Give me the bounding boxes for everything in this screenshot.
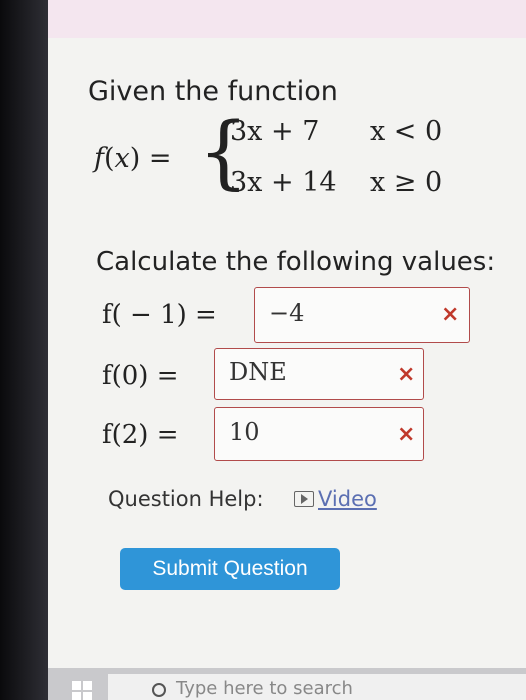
- function-label: f(x) =: [94, 143, 172, 174]
- video-link[interactable]: Video: [318, 487, 377, 511]
- instructions: Calculate the following values:: [96, 247, 496, 277]
- top-banner: [48, 0, 526, 38]
- taskbar-search-placeholder: Type here to search: [176, 678, 353, 699]
- video-play-icon[interactable]: [294, 491, 314, 507]
- answer-field-1[interactable]: −4 ×: [254, 287, 470, 343]
- search-icon: [152, 683, 166, 697]
- incorrect-icon-2: ×: [397, 362, 416, 387]
- answer-field-3[interactable]: 10 ×: [214, 407, 424, 461]
- question-help-label: Question Help:: [108, 487, 264, 511]
- answer-label-3: f(2) =: [102, 420, 179, 450]
- answer-value-1: −4: [269, 299, 305, 327]
- screen: Given the function f(x) = { 3x + 7 x < 0…: [48, 0, 526, 700]
- answer-value-3: 10: [229, 418, 260, 446]
- submit-question-button[interactable]: Submit Question: [120, 548, 340, 590]
- piece-2-expression: 3x + 14: [230, 167, 337, 198]
- incorrect-icon-1: ×: [441, 302, 460, 327]
- answer-label-2: f(0) =: [102, 361, 179, 391]
- problem-intro: Given the function: [88, 76, 338, 107]
- incorrect-icon-3: ×: [397, 422, 416, 447]
- piece-1-condition: x < 0: [370, 116, 443, 147]
- piece-2-condition: x ≥ 0: [370, 167, 443, 198]
- piece-1-expression: 3x + 7: [230, 116, 320, 147]
- windows-start-icon[interactable]: [72, 681, 92, 700]
- answer-value-2: DNE: [229, 358, 287, 386]
- answer-field-2[interactable]: DNE ×: [214, 348, 424, 400]
- answer-label-1: f( − 1) =: [102, 300, 217, 330]
